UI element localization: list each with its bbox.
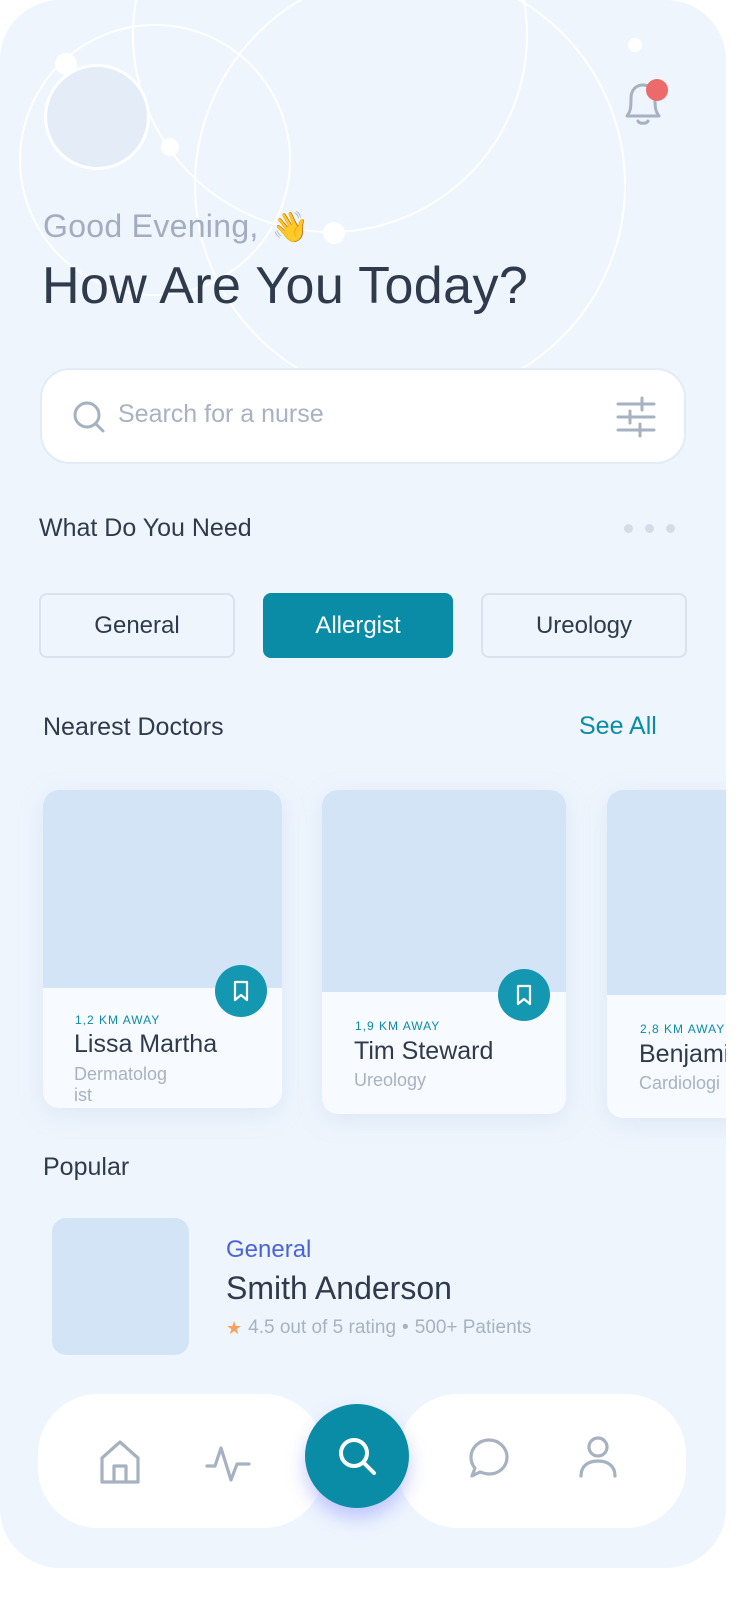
home-icon[interactable] [99, 1438, 141, 1486]
bottom-nav-right [398, 1394, 686, 1528]
category-chip-ureology[interactable]: Ureology [481, 593, 687, 658]
bookmark-icon[interactable] [498, 969, 550, 1021]
avatar[interactable] [44, 64, 150, 170]
greeting: Good Evening, 👋 [43, 208, 309, 245]
bottom-nav-left [38, 1394, 324, 1528]
more-dots-icon[interactable] [624, 524, 675, 533]
chat-icon[interactable] [468, 1437, 510, 1479]
notification-bell-icon[interactable] [618, 76, 668, 130]
search-input[interactable]: Search for a nurse [118, 400, 324, 429]
profile-icon[interactable] [578, 1435, 618, 1479]
doctor-card[interactable]: 1,2 KM AWAY Lissa Martha Dermatolog ist [43, 790, 282, 1108]
doctor-photo [43, 790, 282, 988]
popular-doctor-patients: 500+ Patients [414, 1317, 532, 1338]
popular-doctor-name[interactable]: Smith Anderson [226, 1270, 452, 1307]
search-bar[interactable]: Search for a nurse [40, 368, 686, 464]
doctor-photo [607, 790, 726, 995]
popular-doctor-photo[interactable] [52, 1218, 189, 1355]
doctor-distance: 1,9 KM AWAY [355, 1019, 441, 1033]
doctor-card[interactable]: 1,9 KM AWAY Tim Steward Ureology [322, 790, 566, 1114]
section-title-nearest: Nearest Doctors [43, 713, 224, 741]
section-title-popular: Popular [43, 1153, 130, 1181]
popular-doctor-meta: ★ 4.5 out of 5 rating • 500+ Patients [226, 1317, 531, 1339]
doctor-card[interactable]: 2,8 KM AWAY Benjami Cardiologi [607, 790, 726, 1118]
category-chip-allergist[interactable]: Allergist [263, 593, 453, 658]
activity-icon[interactable] [205, 1442, 251, 1484]
doctor-specialty: Ureology [354, 1070, 427, 1090]
page-title: How Are You Today? [42, 257, 529, 315]
section-title-needs: What Do You Need [39, 514, 252, 542]
doctor-name: Lissa Martha [74, 1030, 218, 1058]
star-icon: ★ [226, 1317, 243, 1338]
search-nav-button[interactable] [305, 1404, 409, 1508]
popular-doctor-rating: 4.5 out of 5 rating [248, 1317, 397, 1338]
search-icon [73, 401, 105, 433]
doctor-name: Benjami [639, 1040, 726, 1068]
bookmark-icon[interactable] [215, 965, 267, 1017]
see-all-link[interactable]: See All [579, 712, 657, 741]
waving-hand-emoji: 👋 [271, 211, 310, 244]
doctor-specialty: Cardiologi [639, 1073, 721, 1093]
doctor-distance: 1,2 KM AWAY [75, 1013, 161, 1027]
doctor-specialty: Dermatolog ist [74, 1064, 168, 1105]
popular-doctor-category: General [226, 1236, 312, 1263]
filter-icon[interactable] [616, 396, 656, 438]
meta-separator: • [402, 1317, 409, 1338]
doctor-name: Tim Steward [354, 1037, 494, 1065]
greeting-text: Good Evening, [43, 208, 259, 244]
search-icon [339, 1438, 376, 1475]
doctor-photo [322, 790, 566, 992]
doctor-distance: 2,8 KM AWAY [640, 1022, 726, 1036]
app-screen: Good Evening, 👋 How Are You Today? Searc… [0, 0, 726, 1568]
category-chip-general[interactable]: General [39, 593, 235, 658]
